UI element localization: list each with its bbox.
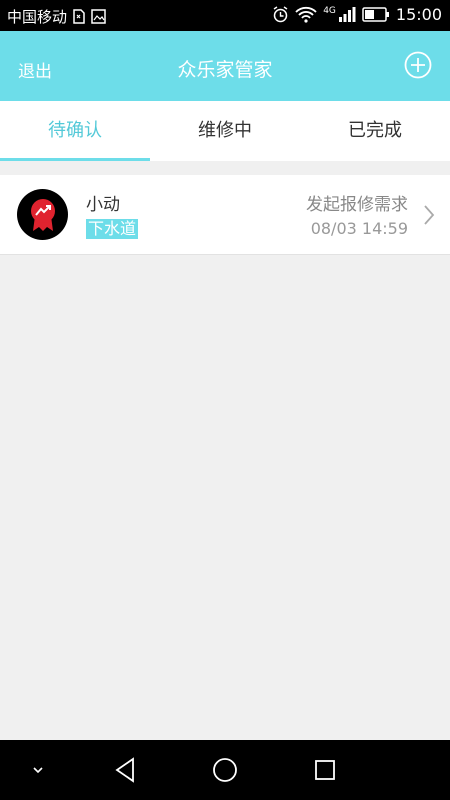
system-nav-bar <box>0 740 450 800</box>
user-name: 小动 <box>86 195 120 215</box>
alarm-icon <box>272 6 289 23</box>
tab-in-repair[interactable]: 维修中 <box>150 101 300 161</box>
network-type-label: 4G <box>323 5 336 16</box>
status-left: 中国移动 <box>7 6 106 27</box>
battery-icon <box>362 7 390 22</box>
chevron-right-icon <box>422 203 436 227</box>
page-title: 众乐家管家 <box>177 59 273 81</box>
status-bar: 中国移动 4G 15:00 <box>0 0 450 31</box>
app-header: 退出 众乐家管家 <box>0 31 450 101</box>
request-status: 发起报修需求 <box>306 195 408 215</box>
signal-icon <box>338 6 356 23</box>
repair-list: 小动 下水道 发起报修需求 08/03 14:59 <box>0 175 450 255</box>
wifi-icon <box>295 6 317 23</box>
recents-icon[interactable] <box>310 740 340 800</box>
category-badge: 下水道 <box>86 219 139 239</box>
plus-circle-icon[interactable] <box>404 51 432 79</box>
tab-completed[interactable]: 已完成 <box>300 101 450 161</box>
chevron-down-icon[interactable] <box>26 740 50 800</box>
home-icon[interactable] <box>210 740 240 800</box>
list-item[interactable]: 小动 下水道 发起报修需求 08/03 14:59 <box>0 175 450 255</box>
sim-icon <box>73 9 85 24</box>
active-tab-indicator <box>0 158 150 161</box>
badge-chart-icon <box>30 198 55 231</box>
status-right: 4G 15:00 <box>272 5 442 24</box>
avatar <box>17 189 68 240</box>
back-icon[interactable] <box>110 740 140 800</box>
tab-bar: 待确认 维修中 已完成 <box>0 101 450 161</box>
request-time: 08/03 14:59 <box>310 219 408 238</box>
image-notification-icon <box>91 9 106 24</box>
clock-label: 15:00 <box>395 5 442 24</box>
carrier-label: 中国移动 <box>7 8 68 26</box>
tab-pending[interactable]: 待确认 <box>0 101 150 161</box>
